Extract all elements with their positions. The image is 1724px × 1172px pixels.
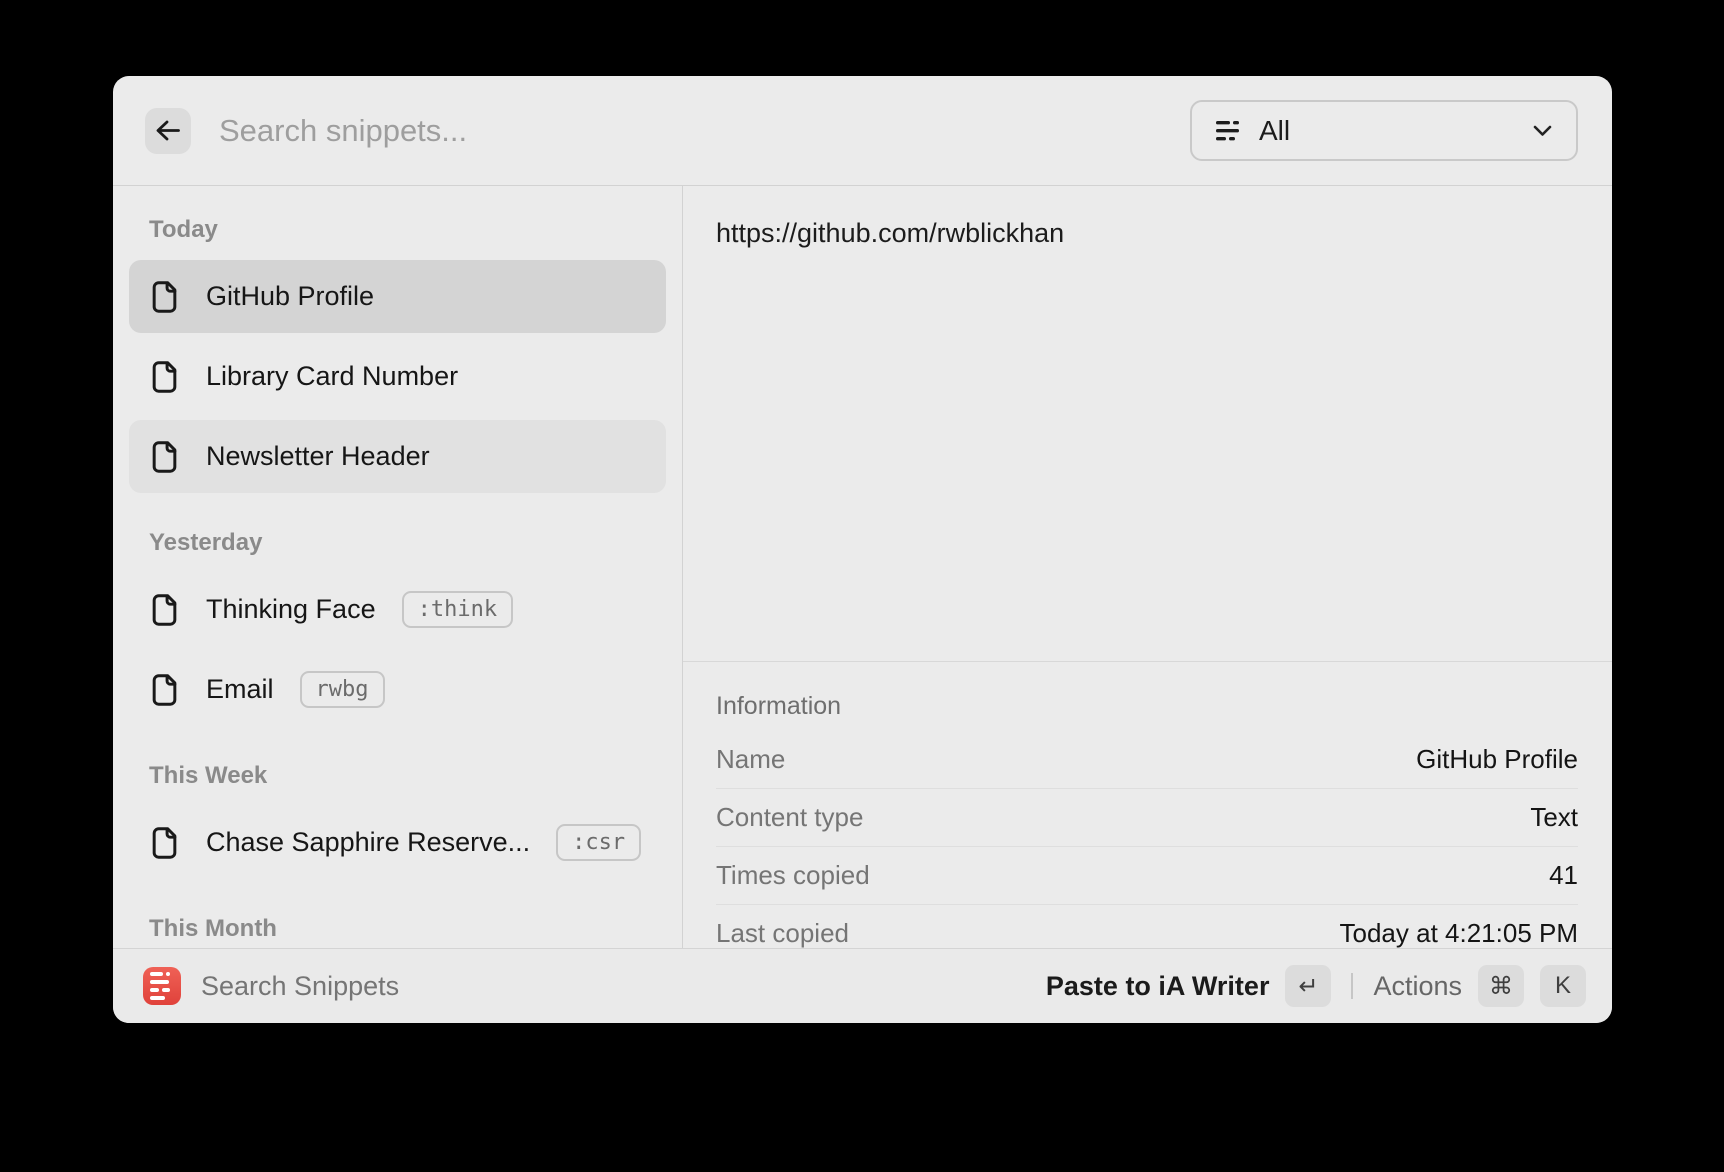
list-item-github-profile[interactable]: GitHub Profile [129,260,666,333]
search-bar: All [113,76,1612,186]
info-value: GitHub Profile [1416,744,1578,775]
info-label: Name [716,744,785,775]
section-title-today: Today [129,216,666,244]
type-filter-label: All [1259,115,1290,147]
keyword-badge: :think [402,591,513,628]
back-arrow-icon [155,119,182,142]
list-item-label: Chase Sapphire Reserve... [206,827,530,858]
list-item-label: Thinking Face [206,594,376,625]
footer-actions: Paste to iA Writer ↵ Actions ⌘ K [1046,965,1586,1007]
footer-app-name: Search Snippets [201,971,399,1002]
list-item-newsletter-header[interactable]: Newsletter Header [129,420,666,493]
keyword-badge: :csr [556,824,641,861]
list-item-label: Library Card Number [206,361,458,392]
footer-divider [1351,973,1353,999]
section-title-yesterday: Yesterday [129,529,666,557]
document-icon [149,280,180,314]
list-item-label: Newsletter Header [206,441,430,472]
list-item-email[interactable]: Email rwbg [129,653,666,726]
document-icon [149,593,180,627]
list-item-chase-sapphire-reserve[interactable]: Chase Sapphire Reserve... :csr [129,806,666,879]
info-row-last-copied: Last copied Today at 4:21:05 PM [716,905,1578,948]
info-row-name: Name GitHub Profile [716,731,1578,789]
information-panel: Information Name GitHub Profile Content … [683,662,1612,948]
list-item-thinking-face[interactable]: Thinking Face :think [129,573,666,646]
info-label: Content type [716,802,863,833]
filter-icon [1216,121,1239,141]
chevron-down-icon [1533,125,1552,137]
snippet-content: https://github.com/rwblickhan [683,186,1612,662]
raycast-window: All Today GitHub Profile Library Card Nu… [113,76,1612,1023]
primary-action-label: Paste to iA Writer [1046,971,1270,1002]
document-icon [149,673,180,707]
action-bar: Search Snippets Paste to iA Writer ↵ Act… [113,948,1612,1023]
list-item-label: Email [206,674,274,705]
document-icon [149,440,180,474]
main-area: Today GitHub Profile Library Card Number… [113,186,1612,948]
info-row-times-copied: Times copied 41 [716,847,1578,905]
list-item-label: GitHub Profile [206,281,374,312]
section-title-this-week: This Week [129,762,666,790]
information-title: Information [716,692,1578,721]
section-title-this-month: This Month [129,915,666,943]
actions-button[interactable]: Actions ⌘ K [1373,965,1586,1007]
enter-key-icon: ↵ [1285,965,1331,1007]
info-value: Text [1530,802,1578,833]
keyword-badge: rwbg [300,671,385,708]
footer-app: Search Snippets [143,967,399,1005]
document-icon [149,360,180,394]
back-button[interactable] [145,108,191,154]
paste-to-ia-writer-button[interactable]: Paste to iA Writer ↵ [1046,965,1332,1007]
list-item-library-card-number[interactable]: Library Card Number [129,340,666,413]
info-value: 41 [1549,860,1578,891]
snippets-app-icon [143,967,181,1005]
command-key-icon: ⌘ [1478,965,1524,1007]
detail-panel: https://github.com/rwblickhan Informatio… [683,186,1612,948]
type-filter-dropdown[interactable]: All [1190,100,1578,161]
info-label: Times copied [716,860,870,891]
info-value: Today at 4:21:05 PM [1340,918,1578,948]
search-input[interactable] [217,112,1190,150]
info-row-content-type: Content type Text [716,789,1578,847]
actions-label: Actions [1373,971,1462,1002]
k-key-icon: K [1540,965,1586,1007]
snippet-list: Today GitHub Profile Library Card Number… [113,186,683,948]
document-icon [149,826,180,860]
info-label: Last copied [716,918,849,948]
